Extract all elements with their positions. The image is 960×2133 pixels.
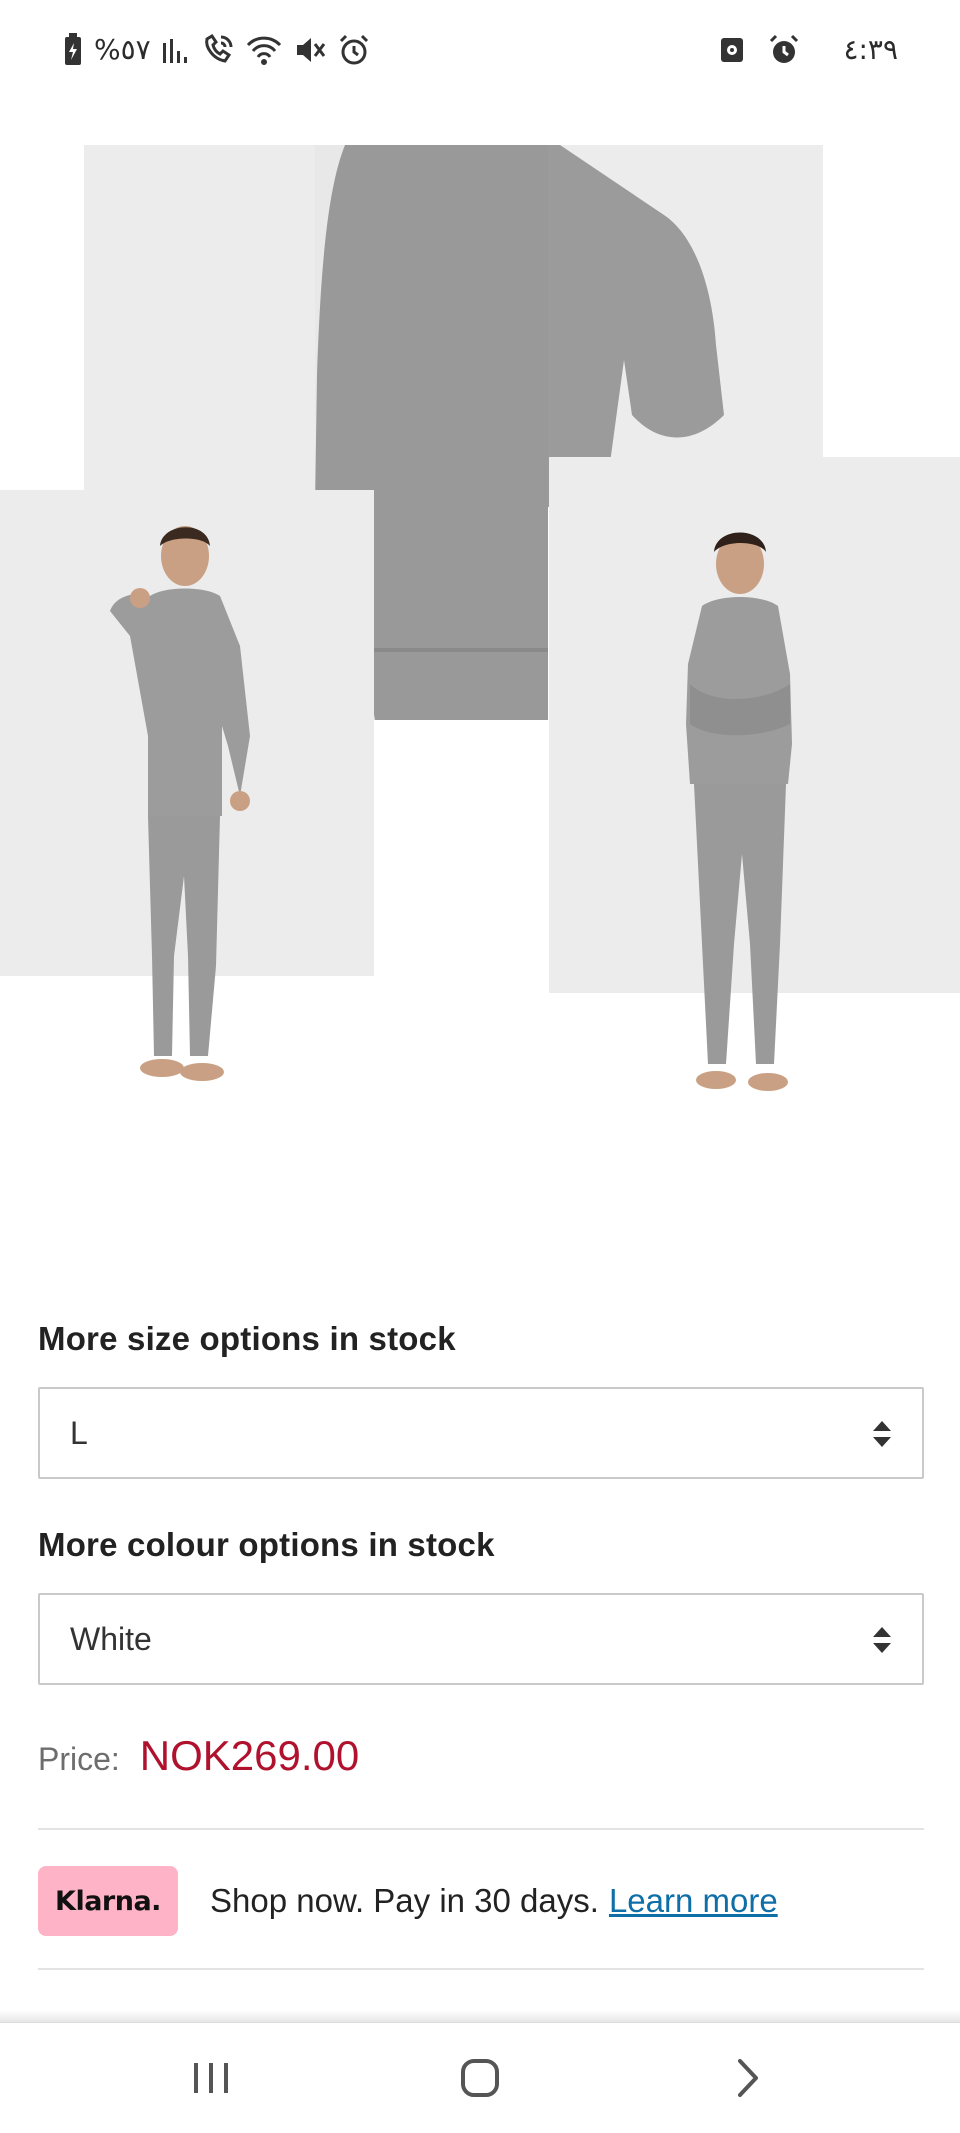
battery-icon xyxy=(62,33,84,67)
model-figure-left xyxy=(90,516,290,1086)
back-icon[interactable] xyxy=(724,2053,774,2103)
divider xyxy=(38,1968,924,1970)
colour-select-value: White xyxy=(70,1621,152,1657)
price-value: NOK269.00 xyxy=(139,1732,360,1779)
klarna-logo: Klarna. xyxy=(38,1866,178,1936)
battery-percent: %٥٧ xyxy=(94,33,151,66)
alarm-icon xyxy=(337,33,371,67)
colour-options-label: More colour options in stock xyxy=(38,1526,495,1563)
sort-arrows-icon xyxy=(872,1421,892,1447)
klarna-banner: Klarna. Shop now. Pay in 30 days. Learn … xyxy=(38,1866,778,1936)
recent-apps-icon[interactable] xyxy=(186,2053,236,2103)
wifi-icon xyxy=(245,33,283,67)
klarna-learn-more-link[interactable]: Learn more xyxy=(609,1882,778,1920)
size-select-value: L xyxy=(70,1415,88,1451)
clock: ٤:٣٩ xyxy=(843,33,898,66)
status-bar: %٥٧ ٤:٣٩ xyxy=(0,0,960,96)
colour-select[interactable]: White xyxy=(38,1593,924,1685)
status-right-group: ٤:٣٩ xyxy=(719,30,898,70)
sort-arrows-icon xyxy=(872,1627,892,1653)
home-icon[interactable] xyxy=(455,2053,505,2103)
alarm-icon-right xyxy=(767,33,801,67)
signal-icon xyxy=(161,33,191,67)
divider xyxy=(38,1828,924,1830)
status-left-group: %٥٧ xyxy=(62,30,371,70)
bottom-shadow xyxy=(0,2010,960,2022)
system-nav-bar xyxy=(0,2022,960,2133)
screen-recorder-icon xyxy=(719,33,745,67)
size-select[interactable]: L xyxy=(38,1387,924,1479)
model-figure-right xyxy=(650,524,830,1104)
klarna-message: Shop now. Pay in 30 days. xyxy=(210,1882,599,1919)
price-row: Price: NOK269.00 xyxy=(38,1732,359,1780)
mute-icon xyxy=(293,33,327,67)
call-icon xyxy=(201,33,235,67)
price-label: Price: xyxy=(38,1741,120,1777)
product-image-gallery[interactable] xyxy=(0,96,960,1246)
size-options-label: More size options in stock xyxy=(38,1320,456,1357)
